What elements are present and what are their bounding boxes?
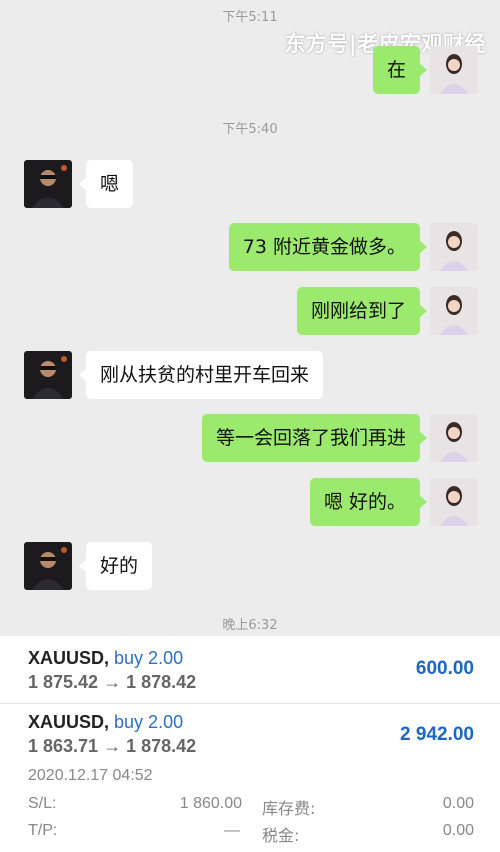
close-price: 1 878.42 — [126, 672, 197, 692]
trade-row-expanded[interactable]: XAUUSD, buy 2.00 1 863.71 → 1 878.42 2 9… — [0, 704, 500, 852]
tp-value: — — [224, 822, 240, 839]
timestamp: 下午5:11 — [222, 10, 278, 25]
user-avatar-icon — [430, 414, 478, 462]
trade-profit: 600.00 — [415, 658, 474, 679]
avatar-user[interactable] — [430, 223, 478, 271]
avatar-user[interactable] — [430, 414, 478, 462]
message-bubble-outgoing[interactable]: 73 附近黄金做多。 — [228, 223, 428, 271]
arrow-icon: → — [103, 736, 122, 756]
contact-avatar-icon — [24, 160, 72, 208]
tax-value: 0.00 — [442, 822, 474, 839]
trade-symbol: XAUUSD, — [28, 648, 110, 668]
trade-profit: 2 942.00 — [400, 724, 474, 745]
chat-area: 下午5:11 东方号|老皮宏观财经 在 下午5:40 嗯 73 附近黄金做多。 … — [0, 0, 500, 636]
avatar-user[interactable] — [430, 478, 478, 526]
message-bubble-incoming[interactable]: 嗯 — [78, 160, 134, 208]
open-price: 1 863.71 — [28, 736, 99, 756]
timestamp: 下午5:40 — [222, 122, 278, 137]
message-bubble-incoming[interactable]: 好的 — [78, 542, 153, 590]
user-avatar-icon — [430, 46, 478, 94]
message-bubble-outgoing[interactable]: 刚刚给到了 — [296, 287, 428, 335]
arrow-icon: → — [103, 672, 122, 692]
timestamp: 晚上6:32 — [222, 618, 278, 633]
sl-label: S/L: — [28, 795, 57, 812]
avatar-user[interactable] — [430, 46, 478, 94]
trade-symbol-line: XAUUSD, buy 2.00 — [28, 648, 183, 669]
trade-action: buy 2.00 — [114, 712, 184, 732]
trade-prices: 1 863.71 → 1 878.42 — [28, 736, 196, 757]
trade-prices: 1 875.42 → 1 878.42 — [28, 672, 196, 693]
avatar-contact[interactable] — [24, 351, 72, 399]
swap-label: 库存费: — [262, 799, 316, 818]
trade-symbol: XAUUSD, — [28, 712, 110, 732]
user-avatar-icon — [430, 223, 478, 271]
close-price: 1 878.42 — [126, 736, 197, 756]
avatar-contact[interactable] — [24, 160, 72, 208]
trade-action: buy 2.00 — [114, 648, 184, 668]
tp-label: T/P: — [28, 822, 58, 839]
trade-row[interactable]: XAUUSD, buy 2.00 1 875.42 → 1 878.42 600… — [0, 636, 500, 702]
message-bubble-outgoing[interactable]: 等一会回落了我们再进 — [201, 414, 428, 462]
sl-value: 1 860.00 — [179, 795, 242, 812]
tax-label: 税金: — [262, 826, 300, 845]
open-price: 1 875.42 — [28, 672, 99, 692]
user-avatar-icon — [430, 287, 478, 335]
user-avatar-icon — [430, 478, 478, 526]
avatar-user[interactable] — [430, 287, 478, 335]
contact-avatar-icon — [24, 351, 72, 399]
trade-date: 2020.12.17 04:52 — [28, 767, 153, 784]
contact-avatar-icon — [24, 542, 72, 590]
message-bubble-outgoing[interactable]: 在 — [372, 46, 428, 94]
trade-symbol-line: XAUUSD, buy 2.00 — [28, 712, 183, 733]
swap-value: 0.00 — [442, 795, 474, 812]
avatar-contact[interactable] — [24, 542, 72, 590]
message-bubble-outgoing[interactable]: 嗯 好的。 — [309, 478, 428, 526]
message-bubble-incoming[interactable]: 刚从扶贫的村里开车回来 — [78, 351, 324, 399]
